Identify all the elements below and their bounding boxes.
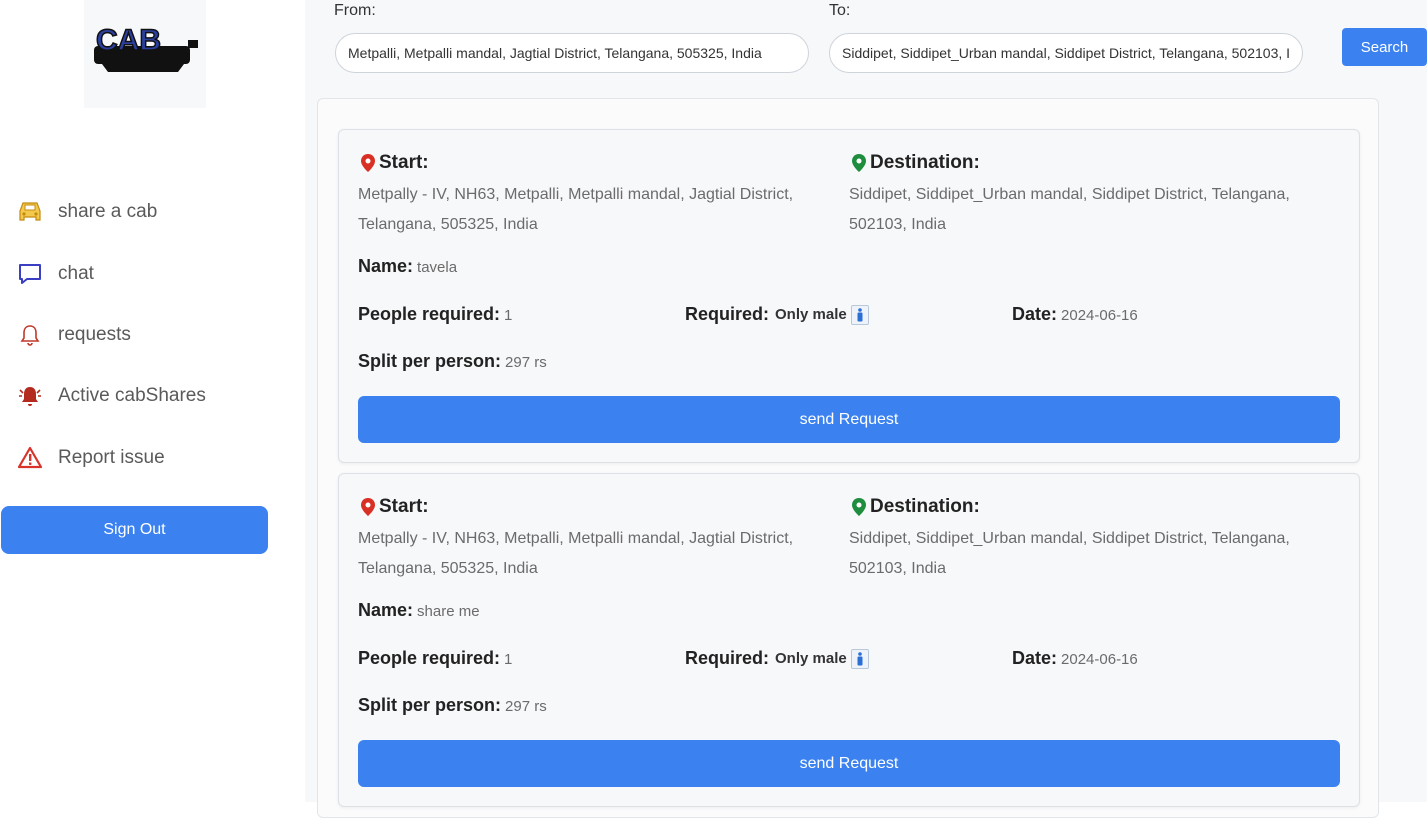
sidebar-item-label: Active cabShares — [58, 385, 206, 406]
people-required-value: 1 — [504, 307, 513, 324]
destination-address: Siddipet, Siddipet_Urban mandal, Siddipe… — [849, 530, 1290, 577]
chat-icon — [16, 260, 44, 288]
ride-card: Start: Metpally - IV, NH63, Metpalli, Me… — [338, 129, 1360, 463]
search-button[interactable]: Search — [1342, 28, 1427, 66]
send-request-button[interactable]: send Request — [358, 740, 1340, 787]
required-value: Only male — [775, 650, 847, 667]
destination-heading: Destination: — [852, 152, 980, 174]
destination-label: Destination: — [870, 496, 980, 517]
male-icon — [850, 648, 869, 669]
date-row: Date: 2024-06-16 — [1012, 304, 1138, 325]
start-address: Metpally - IV, NH63, Metpalli, Metpalli … — [358, 186, 794, 233]
date-value: 2024-06-16 — [1061, 307, 1138, 324]
split-label: Split per person: — [358, 695, 502, 715]
required-label: Required: — [685, 304, 770, 324]
male-icon — [850, 304, 869, 325]
required-label: Required: — [685, 648, 770, 668]
date-label: Date: — [1012, 648, 1058, 668]
name-label: Name: — [358, 600, 414, 620]
send-request-button[interactable]: send Request — [358, 396, 1340, 443]
people-required-value: 1 — [504, 651, 513, 668]
destination-pin-icon — [852, 154, 866, 172]
bell-icon — [16, 321, 44, 349]
start-heading: Start: — [361, 152, 429, 174]
alarm-bell-icon — [16, 382, 44, 410]
date-row: Date: 2024-06-16 — [1012, 648, 1138, 669]
sidebar-item-chat[interactable]: chat — [0, 254, 300, 294]
from-input[interactable] — [335, 33, 809, 73]
sidebar: CAB share a cab chat requests Active cab… — [0, 0, 305, 802]
to-input[interactable] — [829, 33, 1303, 73]
main-content: From: To: Search Start: Metpally - IV, N… — [305, 0, 1427, 818]
to-label: To: — [829, 2, 851, 19]
required-row: Required: Only male — [685, 304, 869, 325]
sidebar-item-label: share a cab — [58, 201, 158, 222]
split-row: Split per person: 297 rs — [358, 695, 547, 716]
start-pin-icon — [361, 498, 375, 516]
logo-text: CAB — [96, 24, 161, 57]
name-row: Name: tavela — [358, 256, 457, 277]
sidebar-item-active-cabshares[interactable]: Active cabShares — [0, 376, 300, 416]
sidebar-item-label: Report issue — [58, 447, 165, 468]
start-label: Start: — [379, 496, 429, 517]
sidebar-item-report-issue[interactable]: Report issue — [0, 438, 300, 478]
sidebar-item-label: requests — [58, 324, 131, 345]
start-label: Start: — [379, 152, 429, 173]
date-label: Date: — [1012, 304, 1058, 324]
car-icon — [16, 198, 44, 226]
ride-card: Start: Metpally - IV, NH63, Metpalli, Me… — [338, 473, 1360, 807]
name-row: Name: share me — [358, 600, 480, 621]
sidebar-item-requests[interactable]: requests — [0, 315, 300, 355]
start-heading: Start: — [361, 496, 429, 518]
sidebar-item-label: chat — [58, 263, 94, 284]
split-value: 297 rs — [505, 354, 547, 371]
start-address: Metpally - IV, NH63, Metpalli, Metpalli … — [358, 530, 794, 577]
people-required-label: People required: — [358, 648, 501, 668]
warning-icon — [16, 444, 44, 472]
sidebar-item-share-a-cab[interactable]: share a cab — [0, 192, 300, 232]
sign-out-button[interactable]: Sign Out — [1, 506, 268, 554]
name-label: Name: — [358, 256, 414, 276]
required-row: Required: Only male — [685, 648, 869, 669]
required-value: Only male — [775, 306, 847, 323]
name-value: tavela — [417, 259, 458, 276]
logo: CAB — [84, 0, 206, 108]
cab-logo-icon: CAB — [94, 23, 198, 72]
split-value: 297 rs — [505, 698, 547, 715]
from-label: From: — [334, 2, 376, 19]
people-required-row: People required: 1 — [358, 648, 512, 669]
results-panel: Start: Metpally - IV, NH63, Metpalli, Me… — [317, 98, 1379, 818]
start-pin-icon — [361, 154, 375, 172]
destination-heading: Destination: — [852, 496, 980, 518]
people-required-row: People required: 1 — [358, 304, 512, 325]
destination-label: Destination: — [870, 152, 980, 173]
destination-address: Siddipet, Siddipet_Urban mandal, Siddipe… — [849, 186, 1290, 233]
destination-pin-icon — [852, 498, 866, 516]
people-required-label: People required: — [358, 304, 501, 324]
name-value: share me — [417, 603, 480, 620]
split-row: Split per person: 297 rs — [358, 351, 547, 372]
split-label: Split per person: — [358, 351, 502, 371]
date-value: 2024-06-16 — [1061, 651, 1138, 668]
